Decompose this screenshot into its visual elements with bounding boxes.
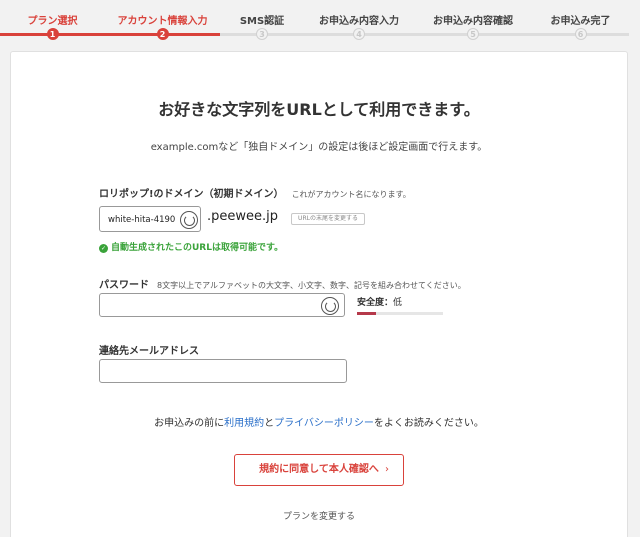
step-label: お申込み内容確認 <box>433 16 513 27</box>
password-input[interactable] <box>99 293 345 317</box>
check-circle-icon: ✓ <box>99 244 108 253</box>
password-field-label: パスワード 8文字以上でアルファベットの大文字、小文字、数字、記号を組み合わせてく… <box>99 276 466 291</box>
terms-and: と <box>264 418 275 429</box>
domain-label-text: ロリポップ!のドメイン（初期ドメイン） <box>99 189 284 200</box>
password-label-text: パスワード <box>99 280 149 291</box>
domain-field-label: ロリポップ!のドメイン（初期ドメイン） これがアカウント名になります。 <box>99 185 411 200</box>
strength-level: 低 <box>393 298 403 308</box>
step-label: アカウント情報入力 <box>117 16 208 27</box>
domain-availability-message: ✓ 自動生成されたこのURLは取得可能です。 <box>99 240 283 253</box>
step-account-info: アカウント情報入力 2 <box>105 0 220 46</box>
step-application-complete: お申込み完了 6 <box>532 0 629 46</box>
email-input[interactable] <box>99 359 347 383</box>
step-number: 6 <box>574 28 587 40</box>
step-number: 2 <box>156 28 169 40</box>
password-note: 8文字以上でアルファベットの大文字、小文字、数字、記号を組み合わせてください。 <box>157 281 466 290</box>
page-title: お好きな文字列をURLとして利用できます。 <box>158 100 480 119</box>
terms-prefix: お申込みの前に <box>154 418 225 429</box>
password-reveal-icon[interactable] <box>321 297 339 315</box>
agree-and-verify-button[interactable]: 規約に同意して本人確認へ › <box>234 454 404 486</box>
domain-note: これがアカウント名になります。 <box>291 190 411 199</box>
step-label: SMS認証 <box>239 16 285 27</box>
step-sms-auth: SMS認証 3 <box>220 0 304 46</box>
password-strength: 安全度：低 <box>357 295 402 308</box>
change-plan-link[interactable]: プランを変更する <box>11 509 627 522</box>
strength-meter <box>357 312 443 315</box>
domain-input[interactable]: white-hita-4190 <box>99 206 201 232</box>
step-number: 5 <box>467 28 479 40</box>
change-url-suffix-button[interactable]: URLの末尾を変更する <box>291 213 365 225</box>
availability-text: 自動生成されたこのURLは取得可能です。 <box>111 243 284 253</box>
domain-input-value: white-hita-4190 <box>108 215 176 225</box>
strength-label-text: 安全度： <box>357 298 394 308</box>
terms-notice: お申込みの前に利用規約とプライバシーポリシーをよくお読みください。 <box>11 414 627 429</box>
signup-form-card: お好きな文字列をURLとして利用できます。 example.comなど「独自ドメ… <box>10 51 628 537</box>
chevron-right-icon: › <box>385 464 389 475</box>
email-field-label: 連絡先メールアドレス <box>99 346 199 357</box>
progress-stepper: プラン選択 1 アカウント情報入力 2 SMS認証 3 お申込み内容入力 4 お… <box>0 0 640 46</box>
step-application-input: お申込み内容入力 4 <box>304 0 414 46</box>
step-label: お申込み完了 <box>550 16 611 27</box>
step-number: 1 <box>46 28 59 40</box>
agree-button-label: 規約に同意して本人確認へ <box>259 464 379 475</box>
page-subtitle: example.comなど「独自ドメイン」の設定は後ほど設定画面で行えます。 <box>150 142 488 153</box>
step-number: 3 <box>256 28 268 40</box>
terms-suffix: をよくお読みください。 <box>373 418 484 429</box>
step-application-confirm: お申込み内容確認 5 <box>414 0 532 46</box>
step-label: お申込み内容入力 <box>319 16 399 27</box>
password-reveal-icon[interactable] <box>180 211 198 229</box>
strength-meter-fill <box>357 312 376 315</box>
step-plan-selection: プラン選択 1 <box>0 0 105 46</box>
terms-of-service-link[interactable]: 利用規約 <box>224 418 264 429</box>
domain-suffix: .peewee.jp <box>207 209 279 224</box>
step-label: プラン選択 <box>27 16 78 27</box>
privacy-policy-link[interactable]: プライバシーポリシー <box>274 418 374 429</box>
step-number: 4 <box>353 28 365 40</box>
